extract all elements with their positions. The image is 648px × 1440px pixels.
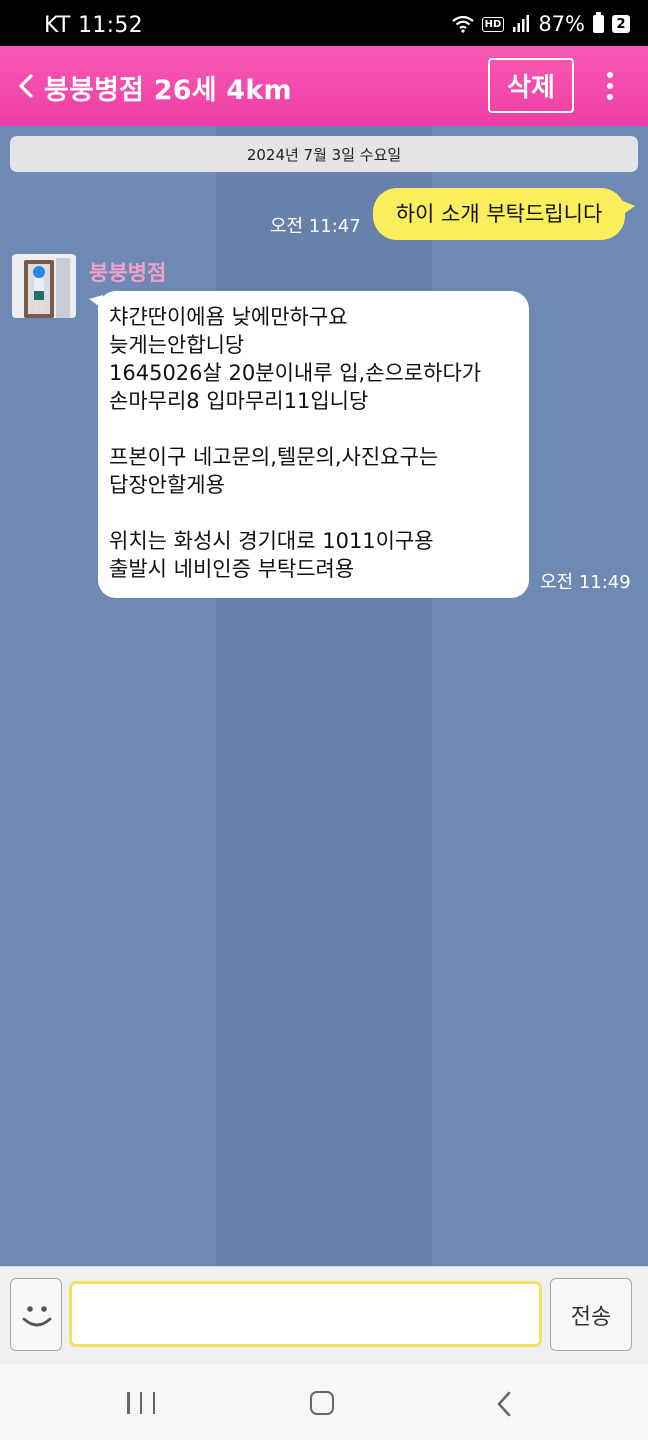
message-line: 위치는 화성시 경기대로 1011이구용 xyxy=(109,529,434,553)
message-line: 출발시 네비인증 부탁드려용 xyxy=(109,557,355,581)
back-icon[interactable] xyxy=(494,1390,514,1418)
message-line: 답장안할게용 xyxy=(109,473,225,497)
clock: 11:52 xyxy=(78,13,143,38)
delete-button[interactable]: 삭제 xyxy=(488,58,574,113)
battery-icon xyxy=(593,12,604,33)
received-message-time: 오전 11:49 xyxy=(540,572,631,593)
sent-message-time: 오전 11:47 xyxy=(270,216,361,237)
message-line xyxy=(109,415,529,443)
received-message-bubble[interactable]: 챠갼딴이에욤 낮에만하구요 늦게는안합니당 1645026살 20분이내루 입,… xyxy=(89,291,529,598)
sent-message-text: 하이 소개 부탁드립니다 xyxy=(395,202,603,226)
back-arrow-icon[interactable] xyxy=(14,72,40,100)
message-line: 챠갼딴이에욤 낮에만하구요 xyxy=(109,305,348,329)
date-divider: 2024년 7월 3일 수요일 xyxy=(10,136,638,172)
send-button[interactable]: 전송 xyxy=(550,1278,632,1351)
smiley-icon xyxy=(22,1306,52,1327)
carrier-label: KT xyxy=(44,13,71,38)
message-line xyxy=(109,499,529,527)
navigation-bar xyxy=(0,1364,648,1440)
chat-area[interactable]: 2024년 7월 3일 수요일 오전 11:47 하이 소개 부탁드립니다 붕붕… xyxy=(0,126,648,1266)
chat-header: 붕붕병점 26세 4km 삭제 xyxy=(0,46,648,126)
input-bar: 전송 xyxy=(0,1266,648,1364)
message-line: 손마무리8 입마무리11입니당 xyxy=(109,389,369,413)
avatar[interactable] xyxy=(12,254,76,318)
home-icon[interactable] xyxy=(310,1391,334,1415)
emoji-button[interactable] xyxy=(10,1278,62,1351)
status-bar: KT 11:52 HD 87% 2 xyxy=(0,0,648,46)
notification-count-badge: 2 xyxy=(612,15,630,33)
signal-icon xyxy=(513,15,530,32)
message-line: 프본이구 네고문의,텔문의,사진요구는 xyxy=(109,445,439,469)
message-line: 늦게는안합니당 xyxy=(109,333,245,357)
message-input[interactable] xyxy=(69,1281,542,1347)
message-line: 1645026살 20분이내루 입,손으로하다가 xyxy=(109,361,482,385)
status-right: HD 87% 2 xyxy=(451,12,630,36)
status-left: KT 11:52 xyxy=(44,13,143,38)
chat-title: 붕붕병점 26세 4km xyxy=(44,75,292,106)
sent-message-bubble[interactable]: 하이 소개 부탁드립니다 xyxy=(373,188,635,240)
sender-name: 붕붕병점 xyxy=(89,261,167,285)
profile-photo xyxy=(12,254,76,318)
battery-percent: 87% xyxy=(538,12,585,36)
hd-badge: HD xyxy=(481,16,505,32)
wifi-icon xyxy=(451,15,474,33)
recent-apps-icon[interactable] xyxy=(127,1392,155,1414)
more-options-icon[interactable] xyxy=(596,68,624,104)
